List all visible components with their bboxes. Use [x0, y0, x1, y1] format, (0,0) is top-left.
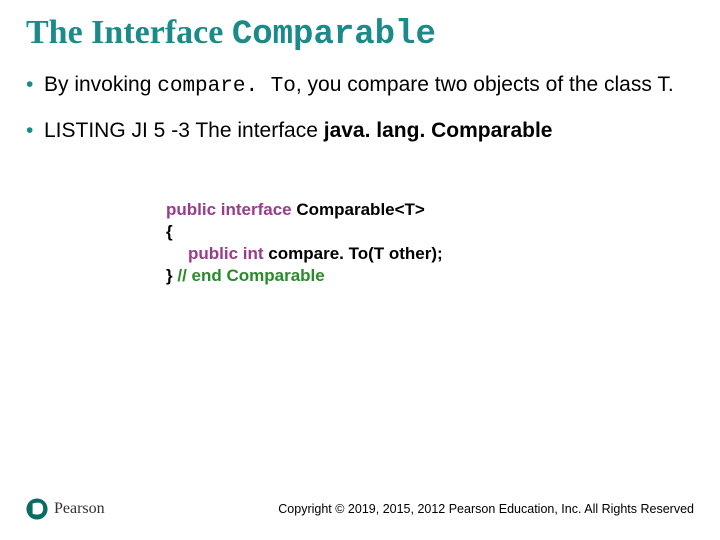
code-l4-brace: }: [166, 266, 177, 285]
code-line-2: {: [166, 221, 694, 243]
code-l3-name: compare. To(T other);: [268, 244, 442, 263]
pearson-logo-icon: [26, 498, 48, 520]
code-l4-cmt: // end Comparable: [177, 266, 324, 285]
bullet-1-post: , you compare two objects of the class T…: [296, 73, 674, 96]
bullet-1-mono: compare. To: [157, 75, 296, 98]
code-l1-gen: <T>: [395, 200, 425, 219]
title-prefix: The Interface: [26, 14, 232, 51]
slide: The Interface Comparable By invoking com…: [0, 0, 720, 540]
code-l1-kw: public interface: [166, 200, 296, 219]
bullet-2: LISTING JI 5 -3 The interface java. lang…: [26, 118, 694, 144]
code-l1-name: Comparable: [296, 200, 394, 219]
copyright-text: Copyright © 2019, 2015, 2012 Pearson Edu…: [278, 502, 694, 516]
bullet-2-pre: LISTING JI 5 -3 The interface: [44, 119, 324, 142]
bullet-list: By invoking compare. To, you compare two…: [26, 72, 694, 145]
title-mono: Comparable: [232, 16, 436, 54]
code-l3-kw: public int: [188, 244, 268, 263]
bullet-1-pre: By invoking: [44, 73, 157, 96]
code-line-1: public interface Comparable<T>: [166, 199, 694, 221]
brand: Pearson: [26, 498, 105, 520]
code-line-4: } // end Comparable: [166, 265, 694, 287]
bullet-1: By invoking compare. To, you compare two…: [26, 72, 694, 100]
brand-text: Pearson: [54, 500, 105, 518]
code-line-3: public int compare. To(T other);: [166, 243, 694, 265]
footer: Pearson Copyright © 2019, 2015, 2012 Pea…: [26, 498, 694, 520]
slide-title: The Interface Comparable: [26, 14, 694, 54]
bullet-2-bold: java. lang. Comparable: [324, 119, 553, 142]
code-block: public interface Comparable<T> { public …: [166, 199, 694, 287]
